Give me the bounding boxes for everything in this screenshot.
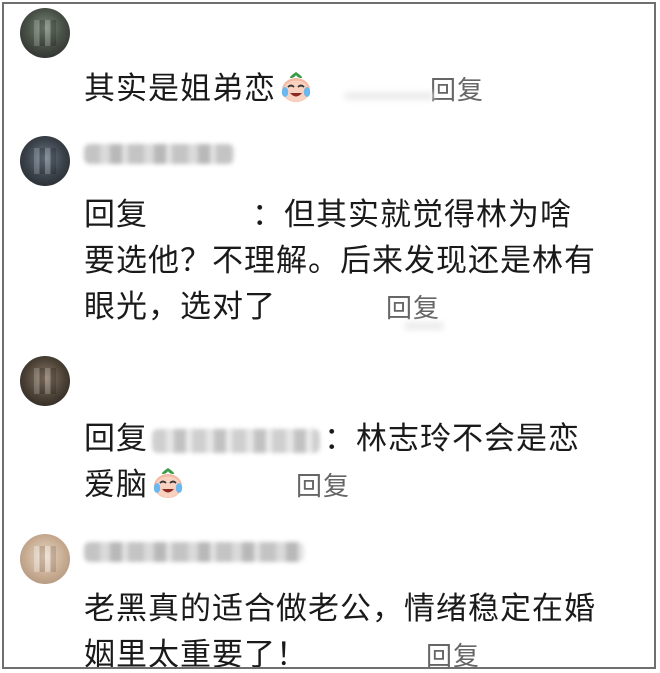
separator: ： xyxy=(324,421,356,457)
comment-line: 回复 ：但其实就觉得林为啥 xyxy=(84,192,632,238)
comment-line: 回复 ：林志玲不会是恋 xyxy=(84,416,632,462)
comment-body: 其实是姐弟恋 xyxy=(84,71,276,107)
separator: ： xyxy=(252,197,284,233)
avatar[interactable] xyxy=(20,8,70,58)
comment-body-line1: 林志玲不会是恋 xyxy=(356,421,580,457)
comment-line: 眼光，选对了 回复 xyxy=(84,284,632,332)
crying-laughing-emoji-icon xyxy=(278,69,314,105)
avatar[interactable] xyxy=(20,356,70,406)
comment-body-line1: 但其实就觉得林为啥 xyxy=(284,197,572,233)
comment-text: 回复 ：但其实就觉得林为啥 要选他？不理解。后来发现还是林有 眼光，选对了 回复 xyxy=(84,192,632,332)
username-blurred[interactable] xyxy=(84,542,304,562)
reply-button[interactable]: 回复 xyxy=(386,294,440,324)
reply-button[interactable]: 回复 xyxy=(426,642,480,667)
comment-text: 回复 ：林志玲不会是恋 爱脑 回复 xyxy=(84,416,632,510)
mention-username-blurred[interactable] xyxy=(152,428,320,453)
comment-body-line1: 老黑真的适合做老公，情绪稳定在婚 xyxy=(84,591,596,627)
crying-laughing-emoji-icon xyxy=(150,465,186,501)
comment-text: 其实是姐弟恋 回复 xyxy=(84,66,632,114)
reply-prefix: 回复 xyxy=(84,421,148,457)
comment-thread-screenshot: 其实是姐弟恋 回复 回复：但其实就觉得林为啥 要选他？不理解。后来发现还是林有 xyxy=(2,2,656,669)
reply-button[interactable]: 回复 xyxy=(296,472,350,502)
comment-text: 老黑真的适合做老公，情绪稳定在婚 姻里太重要了！ 回复 xyxy=(84,586,632,669)
username-blurred[interactable] xyxy=(84,144,234,164)
comment-body-line2: 要选他？不理解。后来发现还是林有 xyxy=(84,243,596,279)
comment-body-line2: 姻里太重要了！ xyxy=(84,637,308,669)
comment-body-line3: 眼光，选对了 xyxy=(84,289,276,325)
reply-button[interactable]: 回复 xyxy=(430,76,484,106)
comment-body-line2: 爱脑 xyxy=(84,467,148,503)
comment-line: 爱脑 回复 xyxy=(84,462,632,510)
comment-line: 姻里太重要了！ 回复 xyxy=(84,632,632,669)
avatar[interactable] xyxy=(20,534,70,584)
avatar[interactable] xyxy=(20,136,70,186)
reply-prefix: 回复 xyxy=(84,197,148,233)
